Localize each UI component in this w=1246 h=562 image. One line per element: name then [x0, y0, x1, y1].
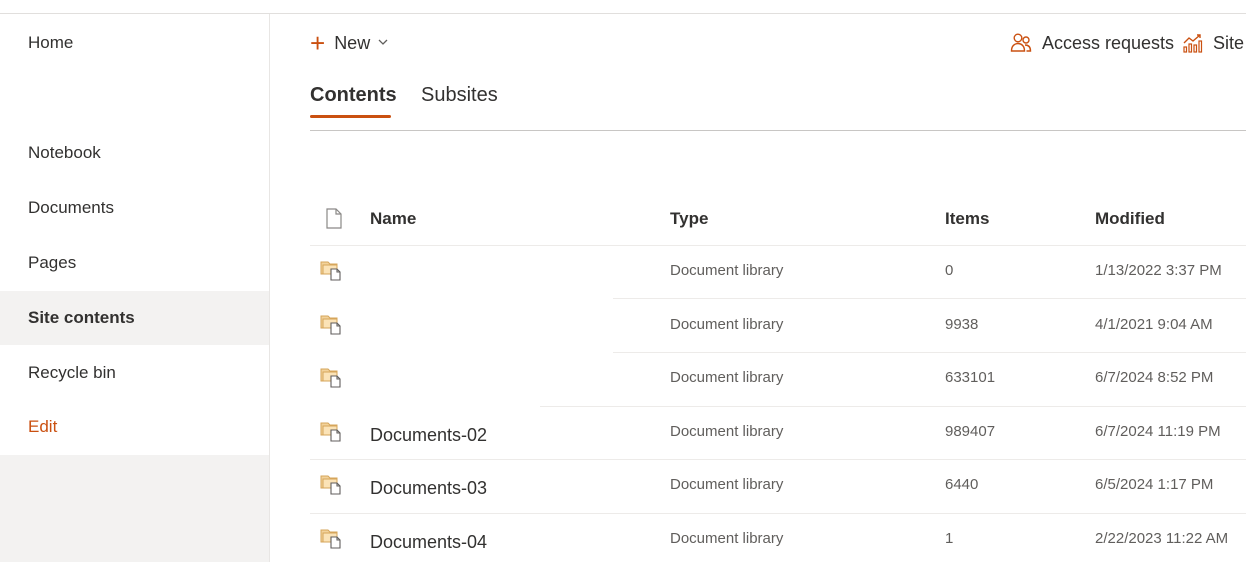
library-type: Document library: [670, 369, 784, 386]
nav-footer-area: [0, 455, 269, 562]
library-name[interactable]: Documents-02: [370, 424, 487, 446]
library-type: Document library: [670, 262, 784, 279]
document-library-icon: [320, 473, 342, 495]
left-navigation: Home Notebook Documents Pages Site conte…: [0, 14, 270, 562]
row-divider: [613, 298, 1246, 299]
document-library-icon: [320, 527, 342, 549]
row-divider: [310, 513, 1246, 514]
library-type: Document library: [670, 476, 784, 493]
nav-item-notebook[interactable]: Notebook: [0, 126, 269, 180]
people-icon: [1010, 32, 1032, 54]
item-count: 1: [945, 530, 954, 547]
site-usage-label: Site: [1213, 32, 1245, 53]
top-divider: [0, 0, 1246, 14]
row-divider: [310, 459, 1246, 460]
modified-date: 4/1/2021 9:04 AM: [1095, 316, 1213, 333]
modified-date: 6/5/2024 1:17 PM: [1095, 476, 1214, 493]
library-type: Document library: [670, 423, 784, 440]
plus-icon: +: [310, 28, 326, 58]
item-count: 6440: [945, 476, 979, 493]
modified-date: 2/22/2023 11:22 AM: [1095, 530, 1229, 547]
chevron-down-icon: [378, 37, 388, 49]
item-count: 633101: [945, 369, 996, 386]
item-count: 989407: [945, 423, 996, 440]
item-count: 0: [945, 262, 954, 279]
library-type: Document library: [670, 316, 784, 333]
new-button[interactable]: + New: [310, 30, 388, 56]
nav-edit-link[interactable]: Edit: [0, 400, 269, 454]
document-library-icon: [320, 420, 342, 442]
modified-date: 6/7/2024 8:52 PM: [1095, 369, 1214, 386]
tabs-divider: [310, 130, 1246, 131]
site-usage-button[interactable]: Site: [1183, 30, 1244, 56]
tab-contents[interactable]: Contents: [310, 82, 397, 108]
item-count: 9938: [945, 316, 979, 333]
column-header-items[interactable]: Items: [945, 207, 989, 231]
library-name[interactable]: Documents-04: [370, 531, 487, 553]
nav-item-pages[interactable]: Pages: [0, 236, 269, 290]
nav-item-recycle-bin[interactable]: Recycle bin: [0, 346, 269, 400]
selected-tab-indicator: [310, 115, 391, 118]
modified-date: 6/7/2024 11:19 PM: [1095, 423, 1221, 440]
library-name[interactable]: Documents-03: [370, 477, 487, 499]
nav-item-documents[interactable]: Documents: [0, 181, 269, 235]
document-library-icon: [320, 366, 342, 388]
library-type: Document library: [670, 530, 784, 547]
file-type-header-icon: [325, 208, 343, 234]
new-button-label: New: [334, 32, 371, 53]
nav-item-home[interactable]: Home: [0, 16, 269, 70]
tab-subsites[interactable]: Subsites: [421, 82, 498, 108]
document-library-icon: [320, 313, 342, 335]
row-divider: [613, 352, 1246, 353]
column-header-type[interactable]: Type: [670, 207, 708, 231]
nav-item-site-contents[interactable]: Site contents: [0, 291, 269, 345]
chart-trend-icon: [1183, 33, 1203, 53]
column-header-modified[interactable]: Modified: [1095, 207, 1165, 231]
access-requests-label: Access requests: [1042, 32, 1175, 53]
access-requests-button[interactable]: Access requests: [1010, 30, 1174, 56]
modified-date: 1/13/2022 3:37 PM: [1095, 262, 1222, 279]
column-header-name[interactable]: Name: [370, 207, 416, 231]
header-divider: [310, 245, 1246, 246]
row-divider: [540, 406, 1246, 407]
document-library-icon: [320, 259, 342, 281]
